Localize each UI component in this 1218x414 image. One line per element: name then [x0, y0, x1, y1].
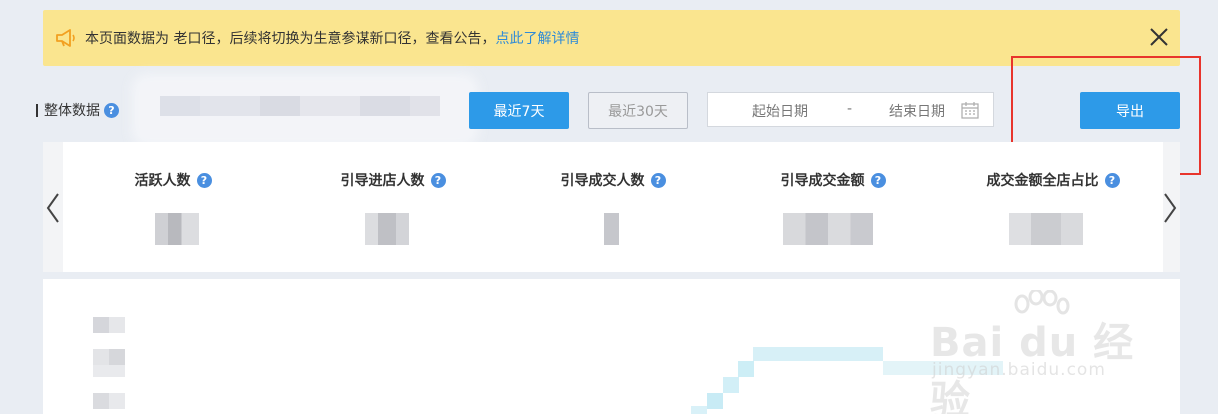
- metric-label: 引导进店人数: [340, 173, 425, 189]
- metric-label: 引导成交人数: [560, 173, 645, 189]
- blur-line: [738, 361, 754, 377]
- metric-card-active-users[interactable]: 活跃人数?: [63, 142, 283, 272]
- blur-line: [883, 361, 1003, 375]
- close-icon[interactable]: [1148, 26, 1170, 48]
- chevron-left-icon[interactable]: [43, 190, 63, 226]
- metric-title: 成交金额全店占比?: [943, 170, 1163, 190]
- blur-block: [109, 393, 125, 409]
- blur-line: [691, 406, 707, 414]
- blur-line: [723, 377, 739, 393]
- blur-line: [753, 347, 883, 361]
- range-30-days-button[interactable]: 最近30天: [588, 92, 688, 129]
- metric-title: 活跃人数?: [63, 170, 283, 190]
- blur-block: [93, 349, 109, 365]
- metric-card-store-visits[interactable]: 引导进店人数?: [283, 142, 503, 272]
- section-title: 整体数据 ?: [36, 100, 119, 120]
- help-icon[interactable]: ?: [650, 173, 666, 188]
- metric-card-buyers[interactable]: 引导成交人数?: [503, 142, 723, 272]
- metric-title: 引导进店人数?: [283, 170, 503, 190]
- help-icon[interactable]: ?: [196, 173, 212, 188]
- date-separator: -: [847, 101, 853, 117]
- blur-block: [360, 96, 410, 116]
- metric-card-amount[interactable]: 引导成交金额?: [723, 142, 943, 272]
- blur-block: [260, 96, 300, 116]
- blur-block: [109, 317, 125, 333]
- metric-label: 活跃人数: [134, 173, 191, 189]
- date-range-picker[interactable]: 起始日期 - 结束日期: [707, 92, 994, 127]
- blur-block: [160, 96, 200, 116]
- blur-block: [93, 317, 109, 333]
- notice-banner: 本页面数据为 老口径，后续将切换为生意参谋新口径，查看公告， 点此了解详情: [43, 10, 1180, 66]
- help-icon[interactable]: ?: [104, 102, 119, 118]
- metric-label: 引导成交金额: [780, 173, 865, 189]
- blur-block: [109, 349, 125, 365]
- blurred-value: [1009, 213, 1083, 245]
- chevron-right-icon[interactable]: [1160, 190, 1180, 226]
- end-date-field[interactable]: 结束日期: [889, 101, 945, 121]
- blur-block: [410, 96, 440, 116]
- metric-title: 引导成交金额?: [723, 170, 943, 190]
- range-7-days-button[interactable]: 最近7天: [469, 92, 569, 129]
- blur-line: [707, 393, 723, 409]
- blurred-value: [783, 213, 873, 245]
- help-icon[interactable]: ?: [430, 173, 446, 188]
- notice-text: 本页面数据为 老口径，后续将切换为生意参谋新口径，查看公告，: [85, 31, 496, 47]
- notice-detail-link[interactable]: 点此了解详情: [495, 28, 579, 48]
- section-label: 整体数据: [44, 103, 100, 119]
- metric-title: 引导成交人数?: [503, 170, 723, 190]
- calendar-icon[interactable]: [961, 102, 979, 119]
- blurred-value: [155, 213, 199, 245]
- blur-block: [200, 96, 260, 116]
- start-date-field[interactable]: 起始日期: [752, 101, 808, 121]
- metric-label: 成交金额全店占比: [986, 173, 1099, 189]
- blurred-value: [604, 213, 619, 245]
- blur-block: [93, 365, 125, 377]
- help-icon[interactable]: ?: [1104, 173, 1120, 188]
- trend-chart-panel: [43, 279, 1180, 414]
- horn-icon: [56, 29, 75, 47]
- blurred-value: [365, 213, 409, 245]
- blur-block: [300, 96, 360, 116]
- metrics-carousel: 活跃人数? 引导进店人数? 引导成交人数? 引导成交金额? 成交金额全店占比?: [43, 142, 1180, 272]
- help-icon[interactable]: ?: [870, 173, 886, 188]
- title-bar: [36, 103, 38, 117]
- blurred-selector[interactable]: [140, 82, 470, 138]
- blur-block: [93, 393, 109, 409]
- metric-card-share[interactable]: 成交金额全店占比?: [943, 142, 1163, 272]
